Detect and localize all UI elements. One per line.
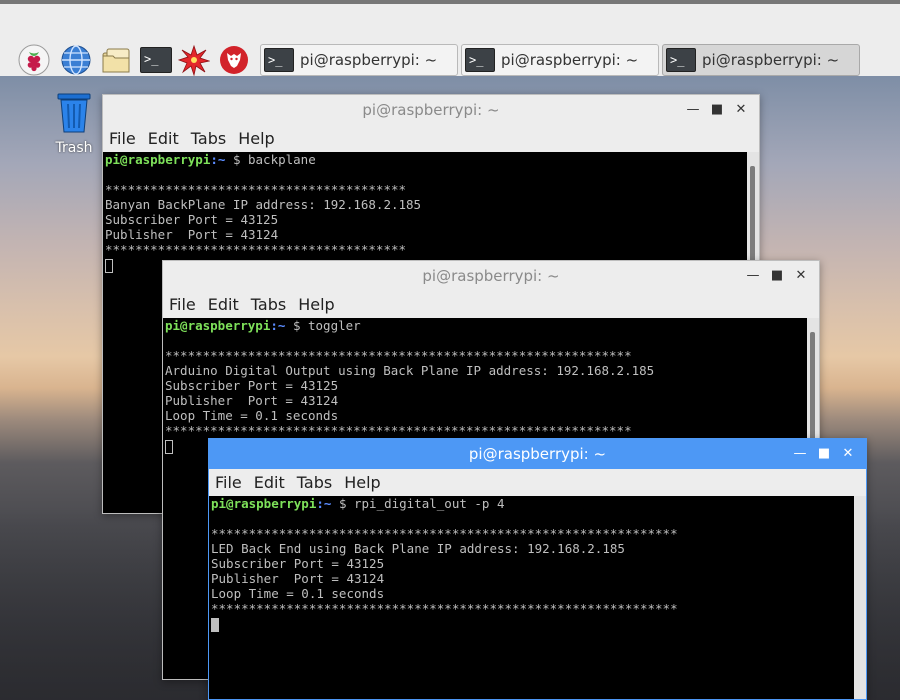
window-menubar: File Edit Tabs Help <box>103 125 759 151</box>
close-icon[interactable]: ✕ <box>789 268 813 284</box>
terminal-icon: >_ <box>465 48 495 72</box>
prompt-sign: $ <box>225 152 248 167</box>
menu-file[interactable]: File <box>109 129 136 148</box>
text-cursor <box>105 258 113 273</box>
window-title: pi@raspberrypi: ~ <box>362 101 500 119</box>
raspberry-menu-icon[interactable] <box>18 44 50 76</box>
output-line: LED Back End using Back Plane IP address… <box>211 541 625 556</box>
wolfram-icon[interactable] <box>218 44 250 76</box>
window-menubar: File Edit Tabs Help <box>163 291 819 317</box>
menu-file[interactable]: File <box>169 295 196 314</box>
prompt-user: pi@raspberrypi <box>211 496 317 511</box>
output-line: Arduino Digital Output using Back Plane … <box>165 363 655 378</box>
window-title: pi@raspberrypi: ~ <box>468 445 607 463</box>
output-line: Banyan BackPlane IP address: 192.168.2.1… <box>105 197 422 212</box>
cursor-line <box>211 616 854 632</box>
window-menubar: File Edit Tabs Help <box>209 469 866 495</box>
terminal-window-rpi-digital-out[interactable]: pi@raspberrypi: ~ — ■ ✕ File Edit Tabs H… <box>208 438 867 700</box>
menu-edit[interactable]: Edit <box>254 473 285 492</box>
output-line: Loop Time = 0.1 seconds <box>211 586 385 601</box>
close-icon[interactable]: ✕ <box>836 446 860 462</box>
output-line: ****************************************… <box>211 601 678 616</box>
mathematica-icon[interactable] <box>178 44 210 76</box>
text-cursor <box>165 439 173 454</box>
prompt-user: pi@raspberrypi <box>105 152 211 167</box>
prompt-path: :~ <box>270 318 286 333</box>
terminal-launcher-icon[interactable]: >_ <box>140 44 172 76</box>
minimize-icon[interactable]: — <box>681 102 705 118</box>
taskbar-window-button-3[interactable]: >_ pi@raspberrypi: ~ <box>662 44 860 76</box>
output-line: Publisher Port = 43124 <box>165 393 339 408</box>
minimize-icon[interactable]: — <box>788 446 812 462</box>
terminal-icon: >_ <box>666 48 696 72</box>
menu-help[interactable]: Help <box>344 473 380 492</box>
menu-help[interactable]: Help <box>298 295 334 314</box>
command-text: backplane <box>248 152 316 167</box>
menu-help[interactable]: Help <box>238 129 274 148</box>
output-line: Loop Time = 0.1 seconds <box>165 408 339 423</box>
terminal-glyph: >_ <box>140 47 172 73</box>
window-titlebar[interactable]: pi@raspberrypi: ~ — ■ ✕ <box>163 261 819 291</box>
menu-tabs[interactable]: Tabs <box>191 129 226 148</box>
output-line: **************************************** <box>105 242 407 257</box>
close-icon[interactable]: ✕ <box>729 102 753 118</box>
output-line: Subscriber Port = 43125 <box>211 556 385 571</box>
file-manager-icon[interactable] <box>100 44 132 76</box>
taskbar-window-button-2[interactable]: >_ pi@raspberrypi: ~ <box>461 44 659 76</box>
terminal-icon: >_ <box>264 48 294 72</box>
window-title: pi@raspberrypi: ~ <box>422 267 560 285</box>
trash-desktop-item[interactable]: Trash <box>46 90 102 156</box>
command-text: rpi_digital_out -p 4 <box>354 496 505 511</box>
taskbar-window-label: pi@raspberrypi: ~ <box>501 51 639 69</box>
window-titlebar[interactable]: pi@raspberrypi: ~ — ■ ✕ <box>209 439 866 469</box>
prompt-path: :~ <box>210 152 226 167</box>
output-line: Subscriber Port = 43125 <box>105 212 279 227</box>
web-browser-icon[interactable] <box>60 44 92 76</box>
text-cursor <box>211 617 219 632</box>
minimize-icon[interactable]: — <box>741 268 765 284</box>
maximize-icon[interactable]: ■ <box>765 268 789 284</box>
menu-edit[interactable]: Edit <box>208 295 239 314</box>
terminal-screen[interactable]: pi@raspberrypi:~ $ rpi_digital_out -p 4 … <box>209 496 854 699</box>
menu-file[interactable]: File <box>215 473 242 492</box>
taskbar-window-label: pi@raspberrypi: ~ <box>702 51 840 69</box>
output-line: Publisher Port = 43124 <box>105 227 279 242</box>
window-titlebar[interactable]: pi@raspberrypi: ~ — ■ ✕ <box>103 95 759 125</box>
menu-tabs[interactable]: Tabs <box>297 473 332 492</box>
taskbar-window-label: pi@raspberrypi: ~ <box>300 51 438 69</box>
output-line: ****************************************… <box>211 526 678 541</box>
prompt-path: :~ <box>316 496 332 511</box>
trash-label: Trash <box>55 140 93 156</box>
output-line: **************************************** <box>105 182 407 197</box>
prompt-line: pi@raspberrypi:~ $ rpi_digital_out -p 4 <box>211 496 854 511</box>
prompt-line: pi@raspberrypi:~ $ backplane <box>105 152 747 167</box>
prompt-line: pi@raspberrypi:~ $ toggler <box>165 318 807 333</box>
taskbar: >_ >_ pi@raspberrypi: ~ >_ pi@raspberryp… <box>0 4 900 76</box>
prompt-sign: $ <box>331 496 354 511</box>
prompt-user: pi@raspberrypi <box>165 318 271 333</box>
prompt-sign: $ <box>285 318 308 333</box>
trash-icon <box>57 93 91 133</box>
output-line: Subscriber Port = 43125 <box>165 378 339 393</box>
output-line: ****************************************… <box>165 348 632 363</box>
output-line: ****************************************… <box>165 423 632 438</box>
scrollbar[interactable] <box>854 496 866 699</box>
taskbar-window-button-1[interactable]: >_ pi@raspberrypi: ~ <box>260 44 458 76</box>
command-text: toggler <box>308 318 361 333</box>
menu-edit[interactable]: Edit <box>148 129 179 148</box>
maximize-icon[interactable]: ■ <box>812 446 836 462</box>
maximize-icon[interactable]: ■ <box>705 102 729 118</box>
menu-tabs[interactable]: Tabs <box>251 295 286 314</box>
output-line: Publisher Port = 43124 <box>211 571 385 586</box>
